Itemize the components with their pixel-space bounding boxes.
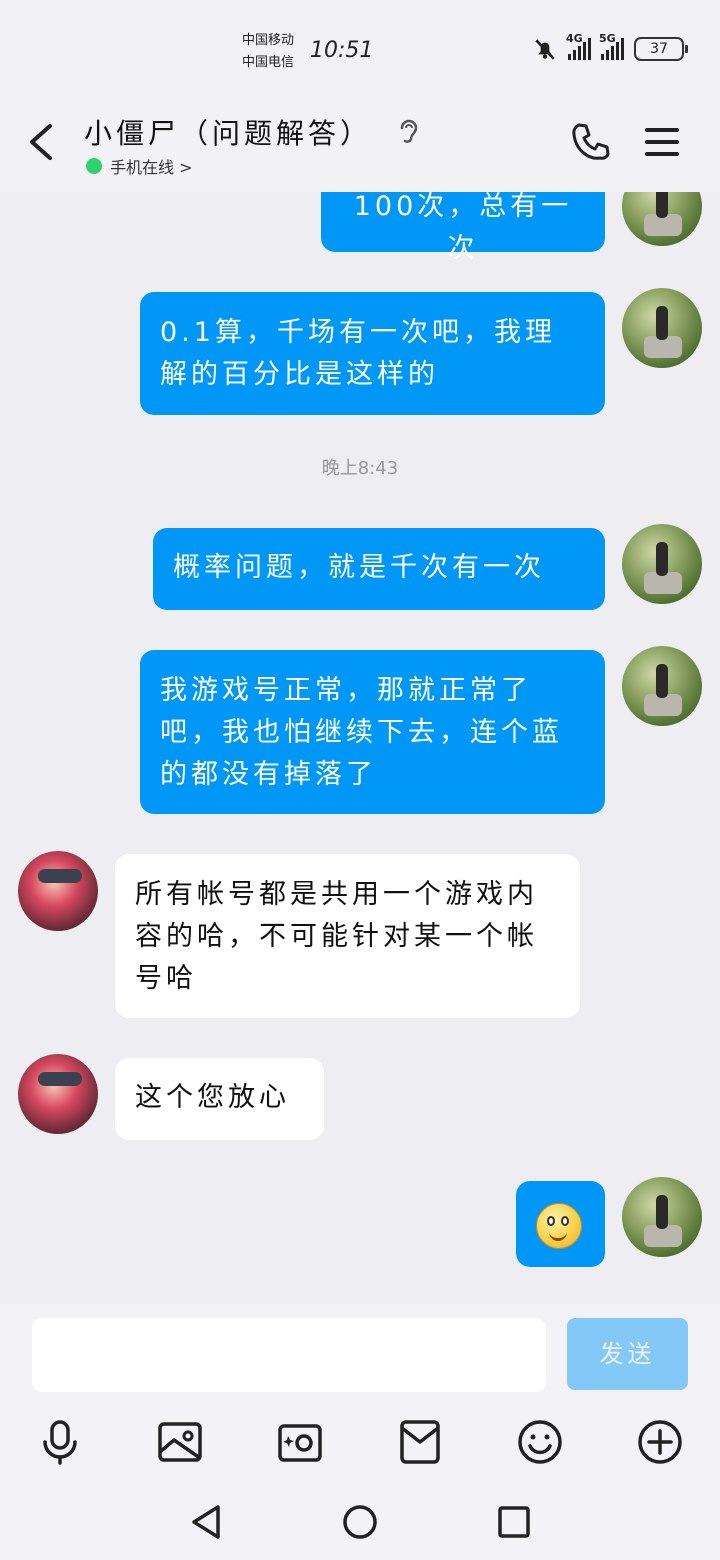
smiley-emoji-icon	[536, 1203, 582, 1249]
avatar-self[interactable]	[622, 1177, 702, 1257]
chat-list[interactable]: 100次，总有一次 0.1算，千场有一次吧，我理解的百分比是这样的 晚上8:43…	[0, 192, 720, 1304]
bell-muted-icon	[535, 39, 555, 60]
emoji-icon[interactable]	[516, 1418, 564, 1466]
signal-5g-icon: 5G	[599, 32, 624, 60]
recents-square-icon[interactable]	[494, 1502, 534, 1542]
plus-icon[interactable]	[636, 1418, 684, 1466]
message-text: 0.1算，千场有一次吧，我理解的百分比是这样的	[160, 317, 556, 390]
message-text: 100次，总有一次	[353, 192, 573, 264]
online-status[interactable]: 手机在线 >	[86, 154, 193, 178]
send-button[interactable]: 发送	[567, 1318, 688, 1390]
message-bubble-incoming[interactable]: 所有帐号都是共用一个游戏内容的哈，不可能针对某一个帐号哈	[115, 854, 580, 1018]
online-dot-icon	[86, 158, 102, 174]
camera-icon[interactable]	[276, 1418, 324, 1466]
status-time: 10:51	[310, 38, 374, 63]
message-bubble-outgoing[interactable]	[516, 1181, 605, 1267]
home-circle-icon[interactable]	[340, 1502, 380, 1542]
carrier-1: 中国移动	[242, 33, 295, 48]
menu-icon[interactable]	[644, 124, 680, 160]
avatar-contact[interactable]	[18, 1054, 98, 1134]
contact-title[interactable]: 小僵尸（问题解答）	[84, 112, 372, 152]
avatar-self[interactable]	[622, 192, 702, 246]
image-icon[interactable]	[156, 1418, 204, 1466]
input-bar: 发送	[0, 1304, 720, 1404]
back-triangle-icon[interactable]	[186, 1502, 226, 1542]
battery-icon: 37	[634, 37, 688, 61]
message-bubble-outgoing[interactable]: 概率问题，就是千次有一次	[153, 528, 605, 610]
system-nav-bar	[0, 1482, 720, 1560]
message-text: 所有帐号都是共用一个游戏内容的哈，不可能针对某一个帐号哈	[135, 879, 538, 994]
status-bar: 中国移动 中国电信 10:51 4G 5G 37	[0, 0, 720, 100]
timestamp: 晚上8:43	[321, 458, 399, 479]
pocket-icon[interactable]	[396, 1418, 444, 1466]
message-bubble-incoming[interactable]: 这个您放心	[115, 1058, 324, 1140]
ear-icon[interactable]	[396, 116, 422, 146]
avatar-contact[interactable]	[18, 851, 98, 931]
chat-header: 小僵尸（问题解答） 手机在线 >	[0, 100, 720, 192]
message-input[interactable]	[32, 1318, 546, 1392]
message-bubble-outgoing[interactable]: 我游戏号正常，那就正常了吧，我也怕继续下去，连个蓝的都没有掉落了	[140, 650, 605, 814]
message-bubble-outgoing[interactable]: 0.1算，千场有一次吧，我理解的百分比是这样的	[140, 292, 605, 415]
back-chevron-icon[interactable]	[22, 120, 62, 164]
avatar-self[interactable]	[622, 646, 702, 726]
online-label: 手机在线 >	[110, 158, 193, 177]
signal-4g-icon: 4G	[566, 32, 591, 60]
phone-icon[interactable]	[570, 120, 614, 164]
carrier-labels: 中国移动 中国电信	[242, 30, 294, 74]
toolbar	[0, 1404, 720, 1482]
message-text: 我游戏号正常，那就正常了吧，我也怕继续下去，连个蓝的都没有掉落了	[160, 675, 563, 790]
message-text: 概率问题，就是千次有一次	[173, 552, 545, 583]
message-text: 这个您放心	[135, 1082, 290, 1113]
mic-icon[interactable]	[36, 1418, 84, 1466]
carrier-2: 中国电信	[242, 55, 295, 70]
message-bubble-outgoing[interactable]: 100次，总有一次	[321, 192, 605, 264]
status-icons: 4G 5G 37	[532, 32, 688, 62]
avatar-self[interactable]	[622, 288, 702, 368]
avatar-self[interactable]	[622, 524, 702, 604]
